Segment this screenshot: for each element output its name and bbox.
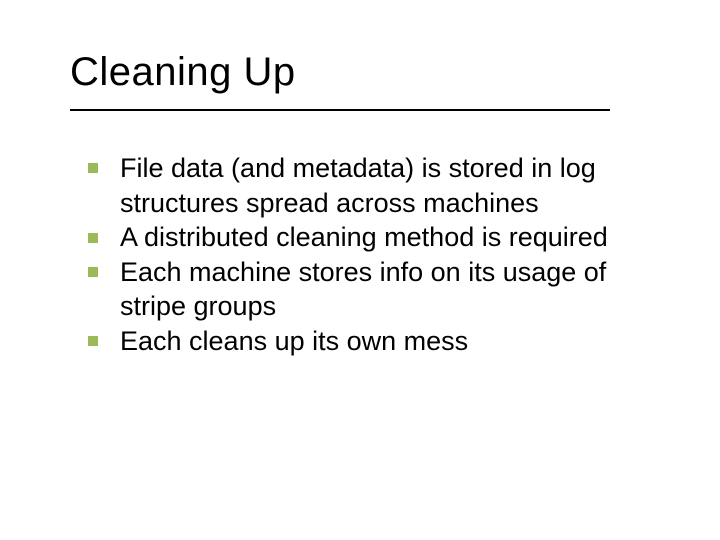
list-item: Each machine stores info on its usage of… <box>88 255 660 324</box>
list-item: A distributed cleaning method is require… <box>88 220 660 255</box>
list-item: Each cleans up its own mess <box>88 324 660 359</box>
list-item: File data (and metadata) is stored in lo… <box>88 151 660 220</box>
slide-title: Cleaning Up <box>70 50 680 95</box>
bullet-list: File data (and metadata) is stored in lo… <box>70 151 680 358</box>
title-underline <box>70 109 610 111</box>
slide: Cleaning Up File data (and metadata) is … <box>0 0 720 540</box>
